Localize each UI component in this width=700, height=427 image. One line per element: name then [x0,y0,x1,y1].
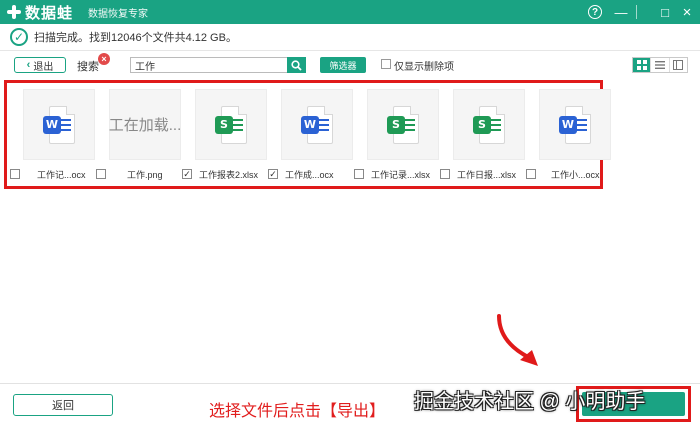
check-circle-icon: ✓ [10,28,28,46]
file-thumbnail[interactable]: S [367,89,439,160]
file-row: 工作记...ocx [10,168,86,180]
file-row: 工作.png [96,168,163,180]
word-document-icon: W [43,105,75,144]
scan-status: ✓ 扫描完成。找到12046个文件共4.12 GB。 [10,28,237,46]
file-row: ✓ 工作成...ocx [268,168,334,180]
grid-icon [636,60,647,70]
file-row: 工作日报...xlsx [440,168,516,180]
toolbar: ‹ 退出 搜索 × 筛选器 仅显示删除项 [0,53,700,74]
list-view-button[interactable] [651,58,670,72]
view-mode-switch [632,57,688,73]
file-card[interactable]: W [23,89,95,160]
app-name: 数据蛙 [25,4,74,22]
pointer-arrow-icon [497,314,538,366]
file-thumbnail[interactable]: W [23,89,95,160]
search-button[interactable] [287,57,306,73]
file-checkbox[interactable] [96,169,106,179]
filter-button-label: 筛选器 [329,60,357,71]
list-icon [654,61,665,69]
app-subtitle: 数据恢复专家 [88,9,148,20]
detail-icon [673,60,684,70]
grid-view-button[interactable] [633,58,652,72]
file-card[interactable]: S [195,89,267,160]
footer-divider [0,383,700,384]
watermark: 掘金技术社区 @ 小明助手 [414,391,646,413]
detail-view-button[interactable] [670,58,687,72]
minimize-icon: — [614,4,628,20]
file-name: 工作日报...xlsx [457,169,517,180]
file-thumbnail[interactable]: S [195,89,267,160]
clear-search-icon[interactable]: × [98,53,110,65]
return-button-label: 返回 [52,400,74,412]
file-thumbnail[interactable]: W [539,89,611,160]
maximize-icon: □ [661,4,669,20]
title-divider [636,5,637,19]
file-name: 工作记...ocx [37,169,86,180]
minimize-button[interactable]: — [612,3,630,21]
word-document-icon: W [301,105,333,144]
file-card[interactable]: W [281,89,353,160]
instruction-text: 选择文件后点击【导出】 [209,403,386,420]
maximize-button[interactable]: □ [656,3,674,21]
exit-button-label: 退出 [33,61,54,73]
logo-cross-icon [6,4,22,20]
file-row: 工作小...ocx [526,168,600,180]
deleted-only-label: 仅显示删除项 [394,62,454,73]
file-checkbox[interactable] [526,169,536,179]
help-button[interactable]: ? [586,3,604,21]
deleted-only-checkbox[interactable] [381,59,391,69]
divider [0,50,700,51]
status-text: 扫描完成。找到12046个文件共4.12 GB。 [34,32,237,44]
file-checkbox[interactable]: ✓ [268,169,278,179]
loading-text: 工在加载... [108,117,182,134]
file-name: 工作小...ocx [551,169,600,180]
file-checkbox[interactable] [354,169,364,179]
file-thumbnail[interactable]: S [453,89,525,160]
excel-spreadsheet-icon: S [473,105,505,144]
close-button[interactable]: × [678,3,696,21]
file-row: 工作记录...xlsx [354,168,430,180]
search-icon [291,59,302,71]
word-document-icon: W [559,105,591,144]
file-thumbnail[interactable]: W [281,89,353,160]
file-name: 工作成...ocx [285,169,334,180]
file-card[interactable]: W [539,89,611,160]
file-checkbox[interactable]: ✓ [182,169,192,179]
back-arrow-icon: ‹ [26,59,31,71]
file-checkbox[interactable] [10,169,20,179]
file-card[interactable]: S [453,89,525,160]
exit-button[interactable]: ‹ 退出 [14,57,66,73]
excel-spreadsheet-icon: S [215,105,247,144]
file-name: 工作报表2.xlsx [199,169,259,180]
file-checkbox[interactable] [440,169,450,179]
excel-spreadsheet-icon: S [387,105,419,144]
search-label: 搜索 [77,61,99,73]
file-name: 工作.png [127,169,163,180]
help-icon: ? [588,5,602,19]
file-card[interactable]: S [367,89,439,160]
app-logo: 数据蛙 [6,3,74,22]
title-bar: 数据蛙 数据恢复专家 ? — □ × [0,0,700,24]
file-thumbnail[interactable]: 工在加载... [109,89,181,160]
filter-button[interactable]: 筛选器 [320,57,366,73]
file-card[interactable]: 工在加载... [109,89,181,160]
return-button[interactable]: 返回 [13,394,113,416]
file-name: 工作记录...xlsx [371,169,431,180]
close-icon: × [682,3,692,21]
file-row: ✓ 工作报表2.xlsx [182,168,258,180]
search-input[interactable] [130,57,288,73]
